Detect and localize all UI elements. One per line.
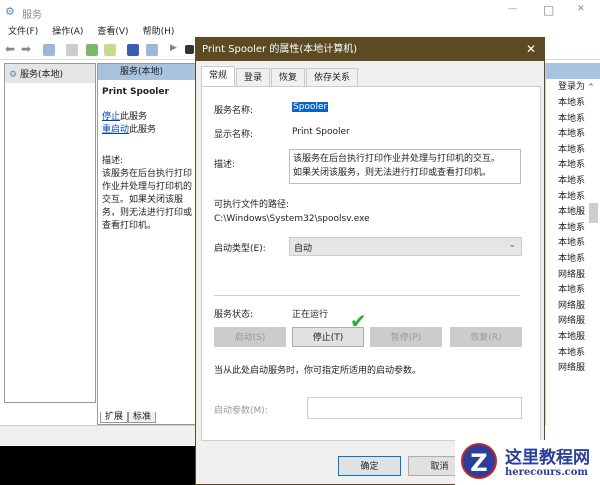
play-icon[interactable]: ▶ <box>170 43 177 53</box>
general-panel: 服务名称: Spooler 显示名称: Print Spooler 描述: 该服… <box>201 86 541 441</box>
status-bar <box>0 425 196 445</box>
startup-type-value: 自动 <box>294 244 313 254</box>
list-row[interactable]: 本地系 <box>546 158 600 174</box>
close-button[interactable]: ✕ <box>577 4 585 14</box>
column-header-label: 登录为 <box>558 82 586 92</box>
service-detail-pane: 服务(本地) Print Spooler 停止此服务 重启动此服务 描述: 该服… <box>97 63 197 425</box>
console-tree-icon[interactable] <box>43 44 55 56</box>
tab-extended[interactable]: 扩展 <box>100 412 129 423</box>
link-suffix: 此服务 <box>120 112 148 122</box>
menu-file[interactable]: 文件(F) <box>8 27 38 37</box>
params-input[interactable] <box>307 397 522 419</box>
refresh-icon[interactable] <box>86 44 98 56</box>
minimize-button[interactable]: — <box>508 4 517 14</box>
list-row[interactable]: 本地系 <box>546 236 600 252</box>
black-area <box>0 446 196 485</box>
restart-service-link[interactable]: 重启动 <box>102 125 129 135</box>
watermark-title: 这里教程网 <box>505 448 590 468</box>
stop-icon[interactable] <box>185 45 194 54</box>
tab-logon[interactable]: 登录 <box>236 68 271 86</box>
ok-button[interactable]: 确定 <box>338 456 401 476</box>
forward-icon[interactable]: ➡ <box>21 42 31 56</box>
list-header-bar <box>546 63 600 79</box>
display-name-label: 显示名称: <box>214 130 254 140</box>
dialog-titlebar: Print Spooler 的属性(本地计算机) ✕ <box>196 38 544 61</box>
divider <box>214 295 520 296</box>
pane-header: 服务(本地) <box>98 64 196 80</box>
list-row[interactable]: 本地系 <box>546 174 600 190</box>
service-name-label: 服务名称: <box>214 106 254 116</box>
list-row[interactable]: 网络服 <box>546 299 600 315</box>
list-row[interactable]: 本地系 <box>546 283 600 299</box>
start-button[interactable]: 启动(S) <box>214 327 286 347</box>
chevron-down-icon: ⌄ <box>508 240 516 250</box>
dialog-close-button[interactable]: ✕ <box>526 38 536 61</box>
services-list: 登录为 ^ 本地系 本地系 本地系 本地系 本地系 本地系 本地系 本地服 本地系 本地系 本地系网… <box>545 63 600 425</box>
startup-type-select[interactable]: 自动 ⌄ <box>289 237 522 256</box>
list-row[interactable]: 本地系 <box>546 143 600 159</box>
list-row[interactable]: 本地系 <box>546 112 600 128</box>
desc-text: 该服务在后台执行打印作业并处理与打印机的交互。如果关闭该服务，则无法进行打印或查… <box>102 169 193 231</box>
column-header-logon[interactable]: 登录为 ^ <box>546 79 600 96</box>
link-suffix: 此服务 <box>129 125 157 135</box>
menu-action[interactable]: 操作(A) <box>52 27 83 37</box>
resume-button[interactable]: 恢复(R) <box>450 327 522 347</box>
maximize-button[interactable]: □ <box>543 3 554 17</box>
watermark: Z 这里教程网 herecours.com <box>455 440 600 485</box>
watermark-logo-icon: Z <box>461 443 497 479</box>
tree-pane: ⚙ 服务(本地) <box>4 63 96 403</box>
desc-label: 描述: <box>102 156 124 166</box>
hint-text: 当从此处启动服务时，你可指定所适用的启动参数。 <box>214 366 422 376</box>
service-title: Print Spooler <box>102 87 169 97</box>
display-name-value: Print Spooler <box>292 127 350 137</box>
properties-icon[interactable] <box>66 44 78 56</box>
services-icon: ⚙ <box>5 5 15 18</box>
params-label: 启动参数(M): <box>214 406 268 416</box>
status-value: 正在运行 <box>292 310 329 320</box>
scrollbar-thumb[interactable] <box>589 203 598 223</box>
tab-standard[interactable]: 标准 <box>128 412 157 423</box>
list-row[interactable]: 本地系 <box>546 221 600 237</box>
list-row[interactable]: 本地服 <box>546 330 600 346</box>
sort-up-icon: ^ <box>587 83 594 91</box>
list-row[interactable]: 本地系 <box>546 346 600 362</box>
tab-recovery[interactable]: 恢复 <box>271 68 306 86</box>
tab-general[interactable]: 常规 <box>201 66 236 87</box>
menu-view[interactable]: 查看(V) <box>97 27 128 37</box>
path-value: C:\Windows\System32\spoolsv.exe <box>214 214 370 224</box>
menu-help[interactable]: 帮助(H) <box>143 27 175 37</box>
checkmark-icon: ✔ <box>350 309 367 333</box>
window-titlebar: ⚙ 服务 — □ ✕ <box>0 0 600 24</box>
service-name-value[interactable]: Spooler <box>292 102 329 112</box>
back-icon[interactable]: ⬅ <box>5 42 15 56</box>
pause-button[interactable]: 暂停(P) <box>370 327 442 347</box>
export-icon[interactable] <box>104 44 116 56</box>
stop-service-link[interactable]: 停止 <box>102 112 120 122</box>
list-row[interactable]: 本地系 <box>546 252 600 268</box>
list-row[interactable]: 本地系 <box>546 127 600 143</box>
tab-dependencies[interactable]: 依存关系 <box>306 68 359 86</box>
services-icon: ⚙ <box>9 70 18 80</box>
list-row[interactable]: 网络服 <box>546 314 600 330</box>
tree-item-label: 服务(本地) <box>19 70 63 80</box>
description-textarea[interactable]: 该服务在后台执行打印作业并处理与打印机的交互。如果关闭该服务，则无法进行打印或查… <box>289 149 521 184</box>
tree-item-services-local[interactable]: ⚙ 服务(本地) <box>5 64 95 83</box>
description-label: 描述: <box>214 160 236 170</box>
dialog-title: Print Spooler 的属性(本地计算机) <box>202 44 358 55</box>
list-row[interactable]: 网络服 <box>546 268 600 284</box>
startup-type-label: 启动类型(E): <box>214 244 266 254</box>
path-label: 可执行文件的路径: <box>214 200 290 210</box>
window-title: 服务 <box>22 10 42 21</box>
list-row[interactable]: 网络服 <box>546 361 600 377</box>
help-icon[interactable] <box>127 44 139 56</box>
watermark-url: herecours.com <box>505 467 589 478</box>
properties-dialog: Print Spooler 的属性(本地计算机) ✕ 常规 登录 恢复 依存关系… <box>195 37 545 485</box>
view-icon[interactable] <box>146 44 158 56</box>
list-row[interactable]: 本地系 <box>546 96 600 112</box>
status-label: 服务状态: <box>214 310 254 320</box>
